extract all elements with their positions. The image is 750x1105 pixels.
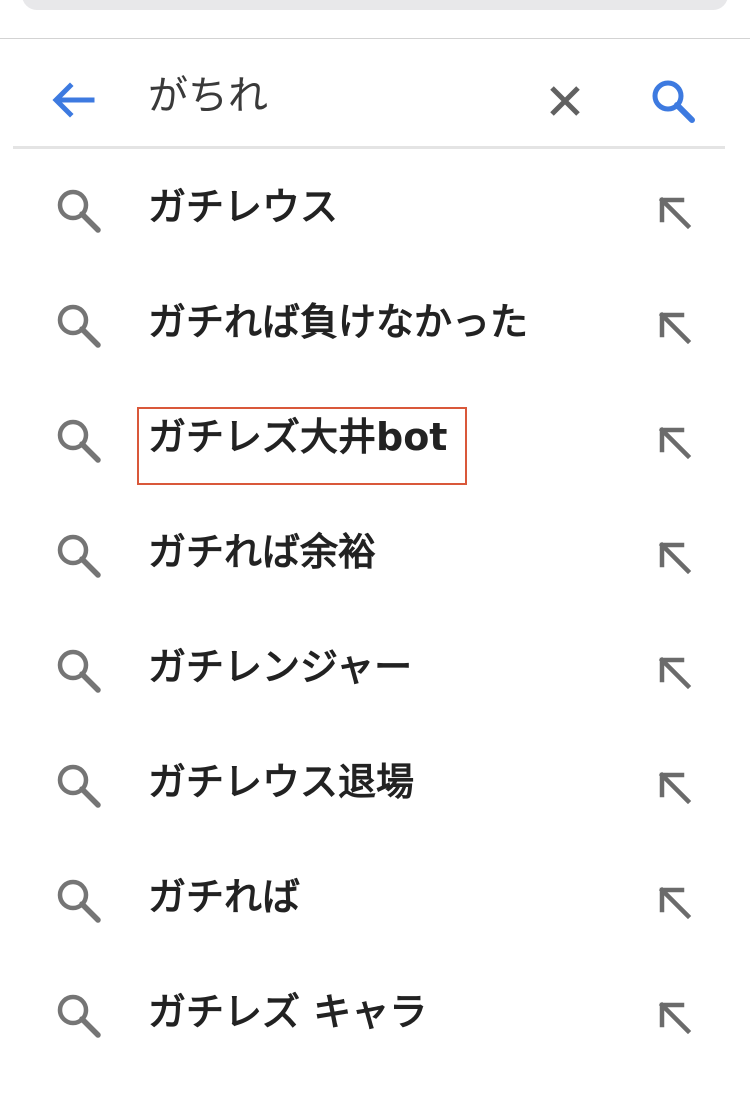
- suggestion-label: ガチレズ キャラ: [148, 990, 428, 1034]
- suggestion-item[interactable]: ガチレンジャー: [0, 610, 750, 725]
- browser-top-bar: [0, 0, 750, 39]
- arrow-up-left-icon[interactable]: [652, 190, 698, 236]
- search-bar: がちれ: [0, 39, 750, 147]
- arrow-up-left-icon[interactable]: [652, 305, 698, 351]
- arrow-left-icon: [52, 82, 95, 118]
- search-icon: [54, 186, 104, 236]
- search-icon: [54, 876, 104, 926]
- search-input[interactable]: がちれ: [148, 71, 268, 121]
- arrow-up-left-icon[interactable]: [652, 420, 698, 466]
- suggestion-label: ガチレウス退場: [148, 760, 415, 804]
- arrow-up-left-icon[interactable]: [652, 880, 698, 926]
- highlight-box: [137, 407, 467, 485]
- suggestion-list: ガチレウス ガチれば負けなかった ガチレズ大井bot ガチれば余裕 ガチレンジャ…: [0, 150, 750, 1070]
- suggestion-label: ガチレウス: [148, 185, 339, 229]
- suggestion-item[interactable]: ガチレウス: [0, 150, 750, 265]
- search-icon: [54, 416, 104, 466]
- address-bar[interactable]: [22, 0, 728, 10]
- arrow-up-left-icon[interactable]: [652, 765, 698, 811]
- suggestion-label: ガチレンジャー: [148, 645, 413, 689]
- search-icon: [54, 301, 104, 351]
- search-icon: [54, 531, 104, 581]
- suggestion-label: ガチれば: [148, 875, 301, 919]
- search-submit-button[interactable]: [646, 77, 702, 125]
- suggestion-item[interactable]: ガチれば: [0, 840, 750, 955]
- suggestion-label: ガチれば余裕: [148, 530, 377, 574]
- search-icon: [54, 991, 104, 1041]
- suggestion-item[interactable]: ガチれば負けなかった: [0, 265, 750, 380]
- back-button[interactable]: [44, 75, 102, 125]
- search-icon: [54, 646, 104, 696]
- search-icon: [652, 80, 695, 123]
- clear-button[interactable]: [541, 82, 589, 122]
- arrow-up-left-icon[interactable]: [652, 995, 698, 1041]
- arrow-up-left-icon[interactable]: [652, 535, 698, 581]
- suggestion-item[interactable]: ガチれば余裕: [0, 495, 750, 610]
- suggestion-label: ガチれば負けなかった: [148, 300, 529, 344]
- suggestion-item[interactable]: ガチレズ キャラ: [0, 955, 750, 1070]
- close-icon: [550, 86, 580, 116]
- search-divider: [13, 146, 725, 149]
- suggestion-item[interactable]: ガチレウス退場: [0, 725, 750, 840]
- search-icon: [54, 761, 104, 811]
- arrow-up-left-icon[interactable]: [652, 650, 698, 696]
